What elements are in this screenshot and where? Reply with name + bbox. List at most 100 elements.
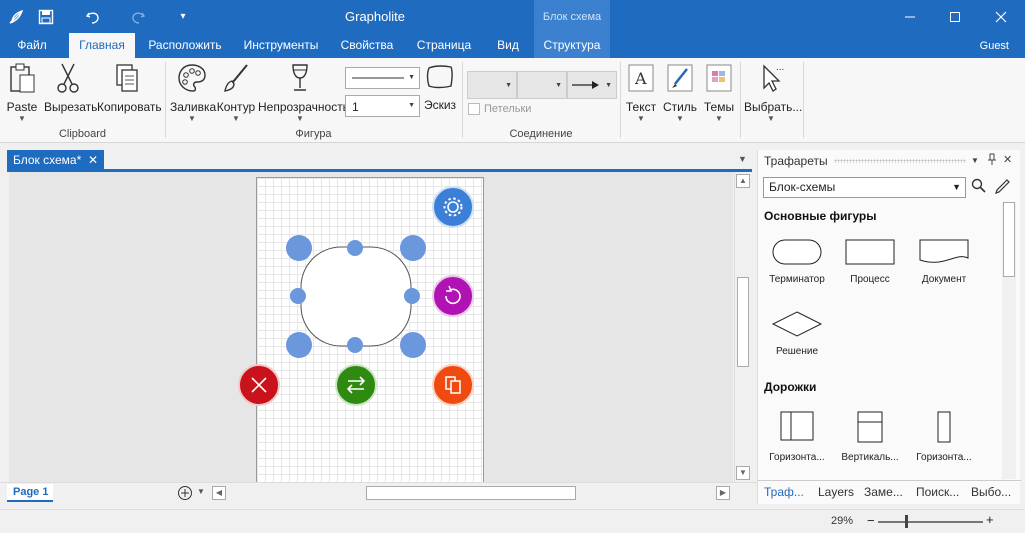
connector-end-select[interactable]: ▼	[567, 71, 617, 99]
themes-icon	[706, 64, 732, 92]
tab-properties[interactable]: Свойства	[336, 33, 398, 58]
shape-horizontal-lane-2[interactable]: Горизонта...	[908, 410, 980, 463]
panel-tab-notes[interactable]: Заме...	[864, 485, 903, 499]
style-button[interactable]: Стиль ▼	[662, 62, 698, 124]
shape-process[interactable]: Процесс	[834, 238, 906, 285]
panel-scroll-thumb[interactable]	[1003, 202, 1015, 277]
tab-view[interactable]: Вид	[490, 33, 526, 58]
loops-checkbox[interactable]	[468, 103, 480, 115]
shape-document[interactable]: Документ	[908, 238, 980, 285]
edit-pencil-icon[interactable]	[994, 178, 1010, 197]
search-icon[interactable]	[971, 178, 987, 197]
themes-dropdown-icon[interactable]: ▼	[702, 114, 736, 123]
text-label: Текст	[625, 100, 657, 114]
select-button[interactable]: ... Выбрать... ▼	[744, 62, 802, 124]
close-panel-icon[interactable]: ✕	[1003, 153, 1012, 166]
horizontal-scroll-thumb[interactable]	[366, 486, 576, 500]
stencil-select[interactable]: Блок-схемы ▼	[763, 177, 966, 198]
vertical-scroll-thumb[interactable]	[737, 277, 749, 367]
scroll-left-icon[interactable]: ◀	[212, 486, 226, 500]
fill-dropdown-icon[interactable]: ▼	[170, 114, 214, 123]
page-tab[interactable]: Page 1	[7, 484, 53, 502]
style-dropdown-icon[interactable]: ▼	[662, 114, 698, 123]
line-width-value: 1	[352, 100, 359, 114]
settings-gear-icon	[432, 186, 474, 228]
sketch-button[interactable]: Эскиз	[423, 62, 457, 117]
text-dropdown-icon[interactable]: ▼	[624, 114, 658, 123]
loops-label: Петельки	[484, 103, 532, 115]
paste-button[interactable]: Paste ▼	[4, 62, 40, 124]
copy-icon	[116, 64, 138, 92]
tab-tools[interactable]: Инструменты	[240, 33, 322, 58]
ribbon-separator	[803, 62, 804, 138]
panel-menu-dropdown-icon[interactable]: ▼	[971, 156, 979, 165]
close-tab-icon[interactable]: ✕	[88, 150, 98, 170]
zoom-level: 29%	[831, 515, 854, 527]
zoom-slider-track[interactable]	[878, 521, 983, 523]
line-style-select[interactable]: ▼	[345, 67, 420, 89]
panel-grip[interactable]	[834, 159, 966, 163]
tab-structure[interactable]: Структура	[534, 33, 610, 58]
panel-tab-stencils[interactable]: Траф...	[764, 485, 804, 499]
shape-terminator[interactable]: Терминатор	[761, 238, 833, 285]
sketch-label: Эскиз	[423, 98, 457, 112]
outline-button[interactable]: Контур ▼	[216, 62, 256, 124]
shape-horizontal-lane[interactable]: Горизонта...	[761, 410, 833, 463]
ribbon-separator	[165, 62, 166, 138]
panel-tab-selection[interactable]: Выбо...	[971, 485, 1011, 499]
svg-text:...: ...	[776, 62, 784, 73]
text-icon: A	[628, 64, 654, 92]
outline-dropdown-icon[interactable]: ▼	[216, 114, 256, 123]
panel-tab-layers[interactable]: Layers	[818, 485, 854, 499]
zoom-out-icon[interactable]: −	[867, 513, 875, 528]
shape-vertical-lane[interactable]: Вертикаль...	[834, 410, 906, 463]
opacity-dropdown-icon[interactable]: ▼	[258, 114, 342, 123]
stencil-select-value: Блок-схемы	[769, 180, 836, 194]
delete-x-icon	[238, 364, 280, 406]
paste-label: Paste	[6, 100, 38, 114]
zoom-slider-thumb[interactable]	[905, 515, 908, 528]
ribbon-separator	[740, 62, 741, 138]
scroll-down-icon[interactable]: ▼	[736, 466, 750, 480]
tab-list-dropdown-icon[interactable]: ▼	[738, 154, 747, 164]
zoom-in-icon[interactable]: +	[986, 512, 994, 527]
tab-page[interactable]: Страница	[412, 33, 476, 58]
cut-button[interactable]: Вырезать	[44, 62, 97, 114]
tab-arrange[interactable]: Расположить	[145, 33, 225, 58]
panel-tab-search[interactable]: Поиск...	[916, 485, 959, 499]
line-width-select[interactable]: 1 ▼	[345, 95, 420, 117]
themes-button[interactable]: Темы ▼	[702, 62, 736, 124]
copy-button[interactable]: Копировать	[97, 62, 162, 114]
paste-dropdown-icon[interactable]: ▼	[4, 114, 40, 123]
pin-icon[interactable]	[987, 153, 997, 168]
outline-label: Контур	[216, 100, 256, 114]
section-basic-shapes: Основные фигуры	[764, 209, 877, 223]
close-window-icon[interactable]	[978, 0, 1024, 33]
scroll-up-icon[interactable]: ▲	[736, 174, 750, 188]
fill-button[interactable]: Заливка ▼	[170, 62, 216, 124]
opacity-button[interactable]: Непрозрачность ▼	[258, 62, 349, 124]
select-dropdown-icon[interactable]: ▼	[744, 114, 798, 123]
status-bar: 29% − +	[0, 509, 1025, 533]
diagram-canvas[interactable]	[9, 172, 733, 482]
minimize-icon[interactable]	[887, 0, 933, 33]
canvas-vertical-scrollbar[interactable]: ▲ ▼	[734, 172, 750, 482]
connector-start-select[interactable]: ▼	[467, 71, 517, 99]
user-name[interactable]: Guest	[980, 40, 1009, 52]
resize-handle-top-left	[286, 235, 312, 261]
scroll-right-icon[interactable]: ▶	[716, 486, 730, 500]
add-page-icon[interactable]	[177, 485, 193, 504]
tab-file[interactable]: Файл	[8, 33, 56, 58]
text-button[interactable]: A Текст ▼	[624, 62, 658, 124]
shape-decision[interactable]: Решение	[761, 310, 833, 357]
chevron-down-icon: ▼	[505, 82, 512, 89]
panel-title: Трафареты	[764, 154, 828, 168]
tab-home[interactable]: Главная	[69, 33, 135, 58]
page-bar: Page 1 ▼ ◀ ▶	[0, 482, 757, 504]
scissors-icon	[57, 63, 79, 93]
maximize-icon[interactable]	[932, 0, 978, 33]
connector-type-select[interactable]: ▼	[517, 71, 567, 99]
panel-scrollbar[interactable]	[1002, 202, 1016, 479]
page-menu-dropdown-icon[interactable]: ▼	[197, 487, 205, 496]
style-pen-icon	[667, 64, 693, 92]
